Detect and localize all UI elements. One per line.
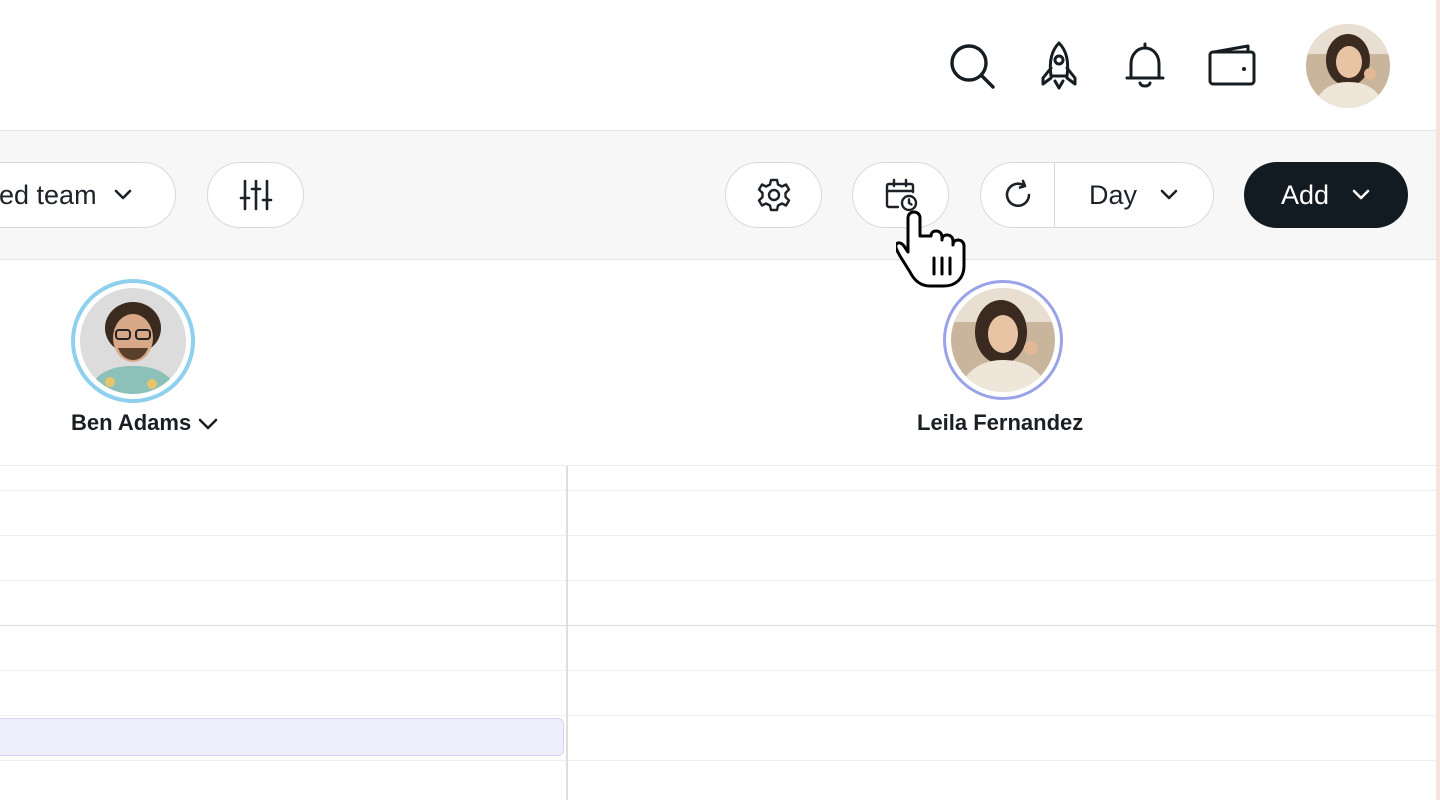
grid-line [0, 535, 1436, 536]
avatar[interactable] [71, 279, 195, 403]
view-select[interactable]: Day [1055, 163, 1213, 227]
staff-name: Leila Fernandez [917, 410, 1084, 435]
staff-name: Ben Adams [71, 410, 219, 436]
user-avatar[interactable] [1306, 24, 1390, 108]
column-divider [566, 466, 568, 800]
chevron-down-icon [1160, 189, 1178, 200]
settings-button[interactable] [725, 162, 822, 228]
add-button[interactable]: Add [1244, 162, 1408, 228]
add-button-label: Add [1280, 179, 1330, 210]
hand-cursor-icon [896, 210, 966, 288]
window-edge [1436, 0, 1440, 800]
grid-line [0, 715, 1436, 716]
grid-line [0, 490, 1436, 491]
gear-icon [757, 178, 790, 212]
sliders-icon [239, 179, 272, 211]
grid-line [0, 580, 1436, 581]
grid-line [0, 670, 1436, 671]
chevron-down-icon[interactable] [197, 417, 219, 431]
filter-button[interactable] [207, 162, 304, 228]
team-select-label: ed team [0, 179, 97, 210]
refresh-button[interactable] [981, 163, 1055, 227]
staff-header: Ben Adams Leila Fernandez [0, 260, 1436, 466]
wallet-icon[interactable] [1206, 40, 1258, 92]
chevron-down-icon [114, 189, 131, 200]
chevron-down-icon [1352, 189, 1370, 200]
bell-icon[interactable] [1119, 40, 1171, 92]
calendar-grid[interactable] [0, 466, 1436, 800]
top-header [0, 0, 1436, 131]
toolbar: ed team Day Add [0, 131, 1436, 260]
grid-line [0, 760, 1436, 761]
team-select[interactable]: ed team [0, 162, 176, 228]
view-controls: Day [980, 162, 1214, 228]
view-select-label: Day [1088, 179, 1137, 210]
time-slot-highlight[interactable] [0, 718, 564, 756]
rocket-icon[interactable] [1033, 40, 1085, 92]
hour-line [0, 625, 1436, 626]
refresh-icon [1005, 179, 1030, 208]
avatar[interactable] [943, 280, 1063, 400]
search-icon[interactable] [946, 40, 998, 92]
